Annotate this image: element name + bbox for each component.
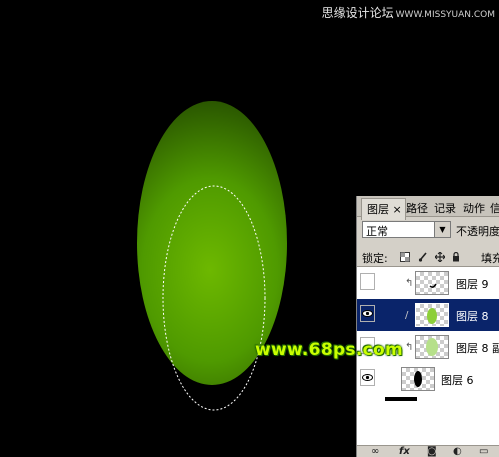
layer-9-thumb-shape bbox=[429, 283, 437, 288]
adjustment-icon[interactable]: ◐ bbox=[453, 446, 462, 457]
lock-brush-icon[interactable] bbox=[418, 252, 428, 262]
watermark-top-site: WWW.MISSYUAN.COM bbox=[395, 10, 495, 20]
clip-arrow-icon: ↰ bbox=[405, 342, 414, 353]
eye-icon bbox=[362, 310, 373, 317]
clip-arrow-icon: ↰ bbox=[405, 278, 414, 289]
lock-all-icon[interactable] bbox=[451, 252, 461, 262]
layer-8-copy-thumb-shape bbox=[426, 338, 438, 356]
layers-bottom-toolbar: ∞ fx ◙ ◐ ▭ bbox=[357, 445, 499, 457]
layer-name[interactable]: 图层 6 bbox=[441, 372, 474, 388]
layer-thumbnail bbox=[415, 303, 449, 327]
panel-tabs: 图层 × 路径 记录 动作 信 bbox=[357, 196, 499, 220]
fill-label: 填充 bbox=[481, 252, 499, 265]
lock-move-icon[interactable] bbox=[435, 252, 445, 262]
layer-6-thumb-shape bbox=[414, 371, 422, 387]
layer-thumbnail bbox=[415, 335, 449, 359]
brush-icon: / bbox=[405, 310, 409, 321]
mask-icon[interactable]: ◙ bbox=[427, 446, 437, 457]
layer-row-partial[interactable] bbox=[357, 395, 499, 446]
tab-layers-label: 图层 bbox=[367, 203, 389, 216]
opacity-label: 不透明度 bbox=[456, 225, 499, 238]
tab-info[interactable]: 信 bbox=[490, 200, 499, 216]
layer-thumbnail bbox=[401, 367, 435, 391]
blend-mode-value: 正常 bbox=[366, 225, 388, 238]
blend-mode-select[interactable]: 正常 ▼ bbox=[362, 221, 451, 238]
layer-thumbnail bbox=[385, 397, 417, 401]
watermark-top: 思缘设计论坛 WWW.MISSYUAN.COM bbox=[322, 4, 495, 21]
visibility-toggle[interactable] bbox=[360, 273, 375, 290]
fx-icon[interactable]: fx bbox=[399, 446, 410, 457]
folder-icon[interactable]: ▭ bbox=[479, 446, 488, 457]
link-icon[interactable]: ∞ bbox=[371, 446, 379, 457]
visibility-toggle[interactable] bbox=[360, 305, 375, 322]
watermark-top-text: 思缘设计论坛 bbox=[321, 6, 394, 20]
visibility-toggle[interactable] bbox=[360, 369, 375, 386]
watermark-68ps: www.68ps.com bbox=[255, 340, 403, 360]
tab-actions[interactable]: 动作 bbox=[463, 200, 485, 216]
chevron-down-icon[interactable]: ▼ bbox=[434, 222, 450, 237]
layer-thumbnail bbox=[415, 271, 449, 295]
tab-paths[interactable]: 路径 bbox=[406, 200, 428, 216]
layer-8-thumb-shape bbox=[427, 308, 437, 324]
layers-panel: 图层 × 路径 记录 动作 信 正常 ▼ 不透明度 锁定: 填充 bbox=[356, 196, 499, 457]
tab-history[interactable]: 记录 bbox=[434, 200, 456, 216]
lock-transparency-icon[interactable] bbox=[400, 252, 410, 262]
layer-name[interactable]: 图层 9 bbox=[456, 276, 489, 292]
layer-row-layer-8[interactable]: / 图层 8 bbox=[357, 299, 499, 332]
layer-name[interactable]: 图层 8 bbox=[456, 308, 489, 324]
layer-row-layer-9[interactable]: ↰ 图层 9 bbox=[357, 267, 499, 300]
lock-row: 锁定: 填充 bbox=[362, 250, 499, 266]
layer-row-layer-6[interactable]: 图层 6 bbox=[357, 363, 499, 396]
tab-layers[interactable]: 图层 × bbox=[361, 198, 406, 220]
layer-name[interactable]: 图层 8 副 bbox=[456, 340, 499, 356]
eye-icon bbox=[362, 374, 373, 381]
tab-close-icon[interactable]: × bbox=[393, 203, 402, 216]
lock-label: 锁定: bbox=[362, 252, 388, 265]
